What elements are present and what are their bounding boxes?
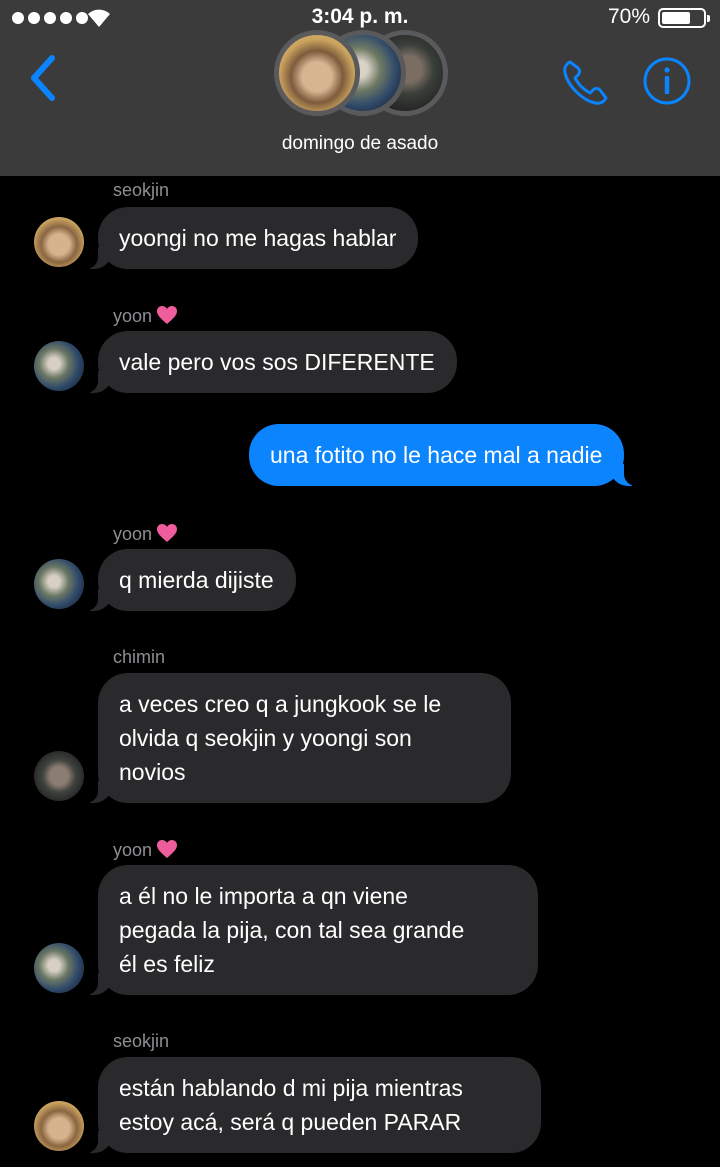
message-text: q mierda dijiste [119,567,274,593]
message-sender-name: chimin [113,647,166,667]
message-sender-name: seokjin [113,1031,170,1051]
incoming-message-bubble[interactable]: yoongi no me hagas hablar [83,207,419,269]
avatar-yoon[interactable] [34,943,84,993]
message-text: una fotito no le hace mal a nadie [270,442,603,468]
message-sender-name: yoon [113,305,178,327]
avatar-yoon[interactable] [34,559,84,609]
message-sender-name: seokjin [113,180,170,200]
incoming-message-bubble[interactable]: a veces creo q a jungkook se le olvida q… [84,673,511,803]
avatar-seokjin[interactable] [34,217,84,267]
message-text-line: están hablando d mi pija mientras [119,1075,463,1101]
message-text: yoongi no me hagas hablar [119,225,397,251]
message-sender-name: yoon [113,523,178,545]
pink-heart-emoji-icon [157,524,178,542]
message-text-line: a él no le importa a qn viene [119,883,408,909]
group-name[interactable]: domingo de asado [0,133,720,155]
avatar-yoon[interactable] [34,341,84,391]
battery-percentage: 70% [607,5,650,28]
message-text-line: olvida q seokjin y yoongi son [119,725,412,751]
back-button[interactable] [24,52,64,104]
group-member-avatar [274,30,360,116]
pink-heart-emoji-icon [157,306,178,324]
message-text-line: él es feliz [119,951,215,977]
incoming-message-bubble[interactable]: vale pero vos sos DIFERENTE [84,331,457,393]
message-sender-name: yoon [113,839,178,861]
chat-header: 3:04 p. m. 70% domingo de asado [0,0,720,176]
outgoing-message-bubble[interactable]: una fotito no le hace mal a nadie [249,424,639,486]
avatar-chimin[interactable] [34,751,84,801]
incoming-message-bubble[interactable]: están hablando d mi pija mientras estoy … [84,1057,541,1153]
message-text-line: pegada la pija, con tal sea grande [119,917,465,943]
battery-icon [658,8,710,28]
message-text-line: a veces creo q a jungkook se le [119,691,442,717]
info-button[interactable] [642,56,692,106]
pink-heart-emoji-icon [157,840,178,858]
phone-call-button[interactable] [560,56,612,108]
message-text: vale pero vos sos DIFERENTE [119,349,435,375]
group-avatar-stack[interactable] [270,30,450,120]
incoming-message-bubble[interactable]: a él no le importa a qn viene pegada la … [84,865,538,995]
message-text-line: estoy acá, será q pueden PARAR [119,1109,462,1135]
message-text-line: novios [119,759,186,785]
incoming-message-bubble[interactable]: q mierda dijiste [84,549,296,611]
avatar-seokjin[interactable] [34,1101,84,1151]
